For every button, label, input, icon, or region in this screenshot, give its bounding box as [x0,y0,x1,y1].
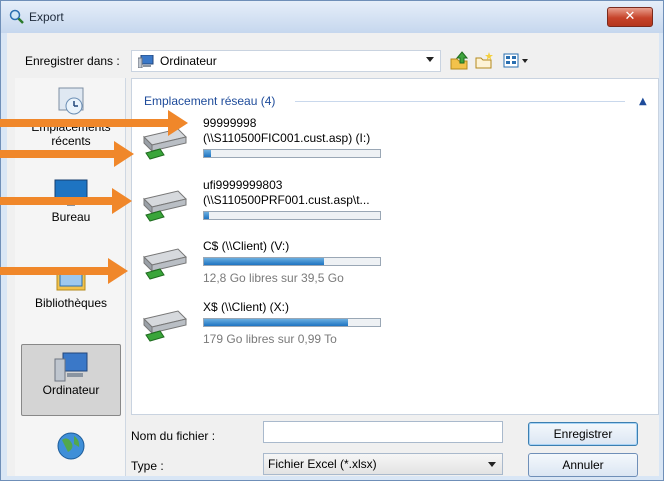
place-label: Emplacements récents [31,120,111,148]
network-icon [57,432,85,460]
filename-label: Nom du fichier : [131,429,216,443]
view-menu-icon[interactable] [501,50,531,72]
place-libraries[interactable]: Bibliothèques [21,256,121,310]
drive-name: 99999998 [203,116,257,130]
drive-usage-fill [204,150,212,157]
group-header[interactable]: Emplacement réseau (4) [144,94,275,108]
cancel-button[interactable]: Annuler [528,453,638,477]
network-drive-icon [143,310,187,342]
new-folder-icon[interactable] [473,50,495,72]
libraries-icon [56,267,86,291]
filename-input[interactable] [263,421,503,443]
drive-usage-bar [203,257,381,266]
file-type-value: Fichier Excel (*.xlsx) [268,457,377,471]
location-value: Ordinateur [160,54,217,68]
drive-name: X$ (\\Client) (X:) [203,300,290,314]
places-bar: Emplacements récents Bureau Bibliothèque… [15,78,126,476]
place-label: Bureau [51,210,91,224]
chevron-down-icon [426,57,434,62]
place-computer[interactable]: Ordinateur [21,344,121,416]
file-type-dropdown[interactable]: Fichier Excel (*.xlsx) [263,453,503,475]
computer-icon [54,352,88,382]
drive-usage-bar [203,318,381,327]
desktop-icon [54,179,88,206]
up-folder-icon[interactable] [448,50,470,72]
recent-places-icon [58,87,84,115]
chevron-down-icon [488,462,496,467]
file-list[interactable]: Emplacement réseau (4) ▲ 99999998 (\\S11… [131,78,659,415]
window-title: Export [29,10,64,24]
drive-usage-bar [203,211,381,220]
close-icon: ✕ [624,9,636,24]
drive-name: C$ (\\Client) (V:) [203,239,290,253]
export-icon [9,9,24,24]
network-drive-icon [143,128,187,160]
export-dialog: Export ✕ Enregistrer dans : Ordinateur E… [0,0,664,481]
drive-name: ufi9999999803 [203,178,283,192]
collapse-icon[interactable]: ▲ [639,96,647,107]
save-in-label: Enregistrer dans : [25,54,120,68]
place-label: Bibliothèques [34,296,108,310]
title-bar: Export ✕ [1,1,663,33]
drive-free-space: 12,8 Go libres sur 39,5 Go [203,271,344,285]
close-button[interactable]: ✕ [607,7,653,27]
drive-usage-fill [204,319,349,326]
drive-path: (\\S110500PRF001.cust.asp\t... [203,193,370,207]
type-label: Type : [131,459,164,473]
place-recent[interactable]: Emplacements récents [21,84,121,148]
drive-path: (\\S110500FIC001.cust.asp) (I:) [203,131,371,145]
location-dropdown[interactable]: Ordinateur [131,50,441,72]
network-drive-icon [143,248,187,280]
place-label: Ordinateur [42,383,100,397]
save-button[interactable]: Enregistrer [528,422,638,446]
place-network[interactable] [21,430,121,464]
drive-usage-fill [204,258,324,265]
network-drive-icon [143,190,187,222]
group-divider [295,101,625,102]
computer-small-icon [138,55,154,68]
drive-free-space: 179 Go libres sur 0,99 To [203,332,337,346]
drive-usage-fill [204,212,210,219]
drive-usage-bar [203,149,381,158]
place-desktop[interactable]: Bureau [21,176,121,224]
